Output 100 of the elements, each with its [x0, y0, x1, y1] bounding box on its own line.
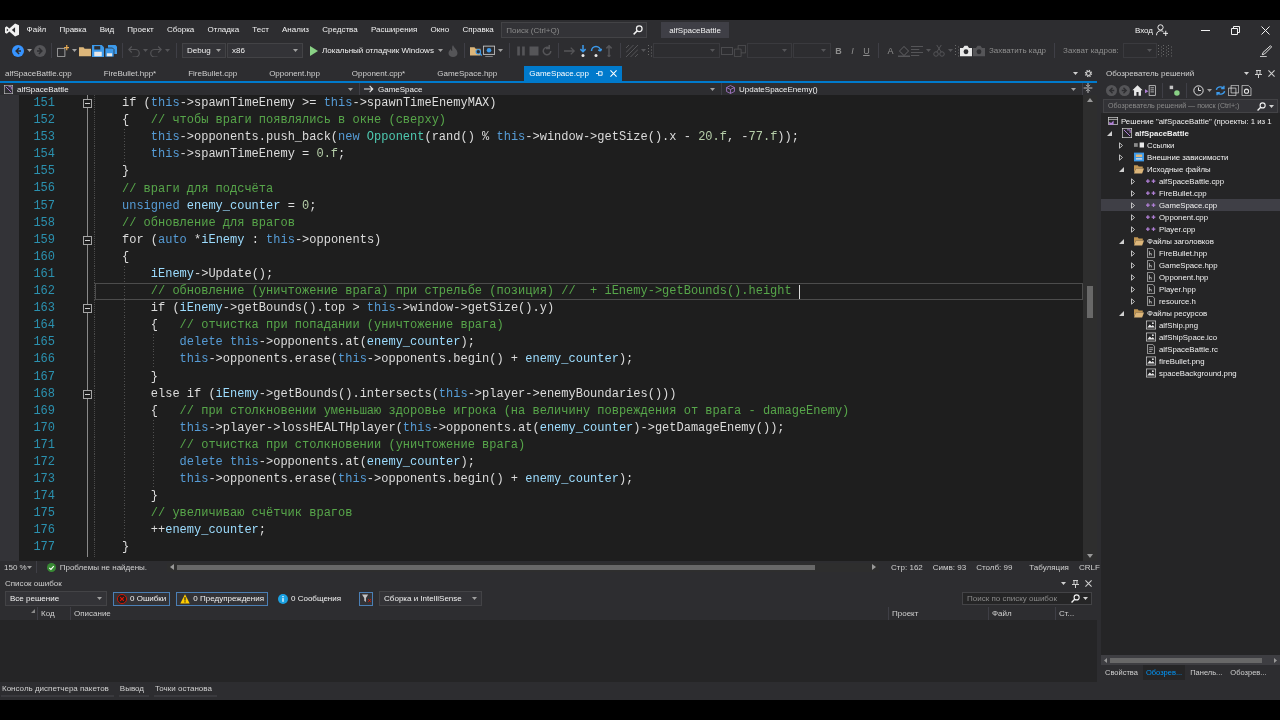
caret-icon	[820, 49, 826, 52]
menu-item[interactable]: Проект	[120, 20, 161, 40]
pin-icon[interactable]	[1255, 69, 1262, 78]
expanded-arrow-icon[interactable]	[1107, 130, 1112, 136]
expanded-arrow-icon[interactable]	[1119, 238, 1124, 244]
panel-tab[interactable]: Консоль диспетчера пакетов	[1, 682, 114, 697]
split-icon[interactable]	[1083, 83, 1093, 93]
menu-item[interactable]: Средства	[315, 20, 365, 40]
panel-tab[interactable]: Вывод	[118, 682, 150, 697]
scroll-left-icon	[1104, 657, 1107, 663]
settings-icon[interactable]	[1084, 69, 1093, 78]
collapse-icon[interactable]	[83, 304, 92, 314]
collapse-icon[interactable]	[83, 389, 92, 399]
code-line: { // при столкновении уменьшаю здоровье игрока (на величину повреждения от врага - damageEnemy)	[150, 403, 850, 419]
collapsed-arrow-icon[interactable]	[1131, 249, 1135, 257]
document-tab[interactable]: FireBullet.hpp*	[98, 66, 184, 81]
start-debugging-button[interactable]: Локальный отладчик Windows	[307, 42, 446, 59]
line-number: 168	[32, 385, 56, 403]
scope-dropdown[interactable]: Все решение	[5, 591, 107, 606]
dropdown[interactable]: Debug	[182, 43, 226, 58]
collapsed-arrow-icon[interactable]	[1131, 213, 1135, 221]
person-add-icon[interactable]	[1156, 24, 1168, 36]
collapsed-arrow-icon[interactable]	[1131, 297, 1135, 305]
menu-item[interactable]: Файл	[20, 20, 53, 40]
menu-item[interactable]: Анализ	[275, 20, 316, 40]
dropdown[interactable]: x86	[227, 43, 303, 58]
filter-toggle-button[interactable]: 0 Ошибки	[113, 591, 171, 606]
zoom-dropdown[interactable]: 150 %	[0, 561, 37, 573]
collapsed-arrow-icon[interactable]	[1119, 153, 1123, 161]
filter-toggle-button[interactable]: 0 Сообщения	[274, 591, 346, 606]
source-dropdown[interactable]: Сборка и IntelliSense	[379, 591, 483, 606]
code-line: { // отчистка при попадании (уничтожение врага)	[150, 318, 504, 334]
collapsed-arrow-icon[interactable]	[1131, 273, 1135, 281]
collapsed-arrow-icon[interactable]	[1131, 285, 1135, 293]
menu-item[interactable]: Вид	[93, 20, 121, 40]
document-tab[interactable]: GameSpace.cpp	[524, 66, 622, 81]
collapsed-arrow-icon[interactable]	[1131, 189, 1135, 197]
document-tab[interactable]: GameSpace.hpp	[432, 66, 525, 81]
pin-icon[interactable]	[1072, 579, 1079, 588]
line-number: 176	[32, 522, 56, 540]
line-position: Стр: 162	[891, 562, 923, 572]
toolbar-button[interactable]	[482, 42, 504, 59]
scrollbar-thumb[interactable]	[177, 564, 816, 570]
close-icon[interactable]	[1085, 580, 1092, 587]
indentation-mode[interactable]: Табуляция	[1029, 562, 1069, 572]
line-number: 155	[32, 163, 56, 181]
menu-item[interactable]: Отладка	[200, 20, 246, 40]
expanded-arrow-icon[interactable]	[1119, 166, 1124, 172]
menu-item[interactable]: Окно	[424, 20, 456, 40]
sign-in-button[interactable]: Вход	[1131, 22, 1156, 38]
menu-item[interactable]: Тест	[245, 20, 276, 40]
code-line: // обновление (уничтожение врага) при стрельбе (позиция) // + iEnemy->getBounds().height	[150, 284, 792, 300]
search-field[interactable]: Поиск по списку ошибок	[962, 592, 1092, 605]
document-icon	[1146, 248, 1156, 258]
horizontal-scrollbar[interactable]	[1101, 655, 1280, 665]
code-line: else if (iEnemy->getBounds().intersects(this->player->enemyBoundaries()))	[150, 386, 677, 402]
collapsed-arrow-icon[interactable]	[1131, 201, 1135, 209]
line-number: 173	[32, 471, 56, 489]
menu-item[interactable]: Правка	[52, 20, 94, 40]
close-icon[interactable]	[1268, 70, 1275, 77]
collapse-icon[interactable]	[83, 235, 92, 245]
expanded-arrow-icon[interactable]	[1119, 310, 1124, 316]
line-number: 167	[32, 368, 56, 386]
code-line: { // чтобы враги появлялись в окне (сверху)	[122, 113, 447, 129]
filter-toggle-button[interactable]: 0 Предупреждения	[176, 591, 268, 606]
menu-item[interactable]: Расширения	[364, 20, 424, 40]
collapse-icon[interactable]	[83, 99, 92, 109]
search-field[interactable]: Поиск (Ctrl+Q)	[501, 22, 648, 38]
document-tab[interactable]: Opponent.cpp*	[346, 66, 433, 81]
solution-name: alfSpaceBattle	[661, 22, 729, 38]
collapsed-arrow-icon[interactable]	[1131, 261, 1135, 269]
collapsed-arrow-icon[interactable]	[1131, 177, 1135, 185]
health-status: Проблемы не найдены.	[59, 562, 148, 572]
line-number: 172	[32, 453, 56, 471]
toolbar-button[interactable]	[12, 42, 33, 59]
document-tab[interactable]: FireBullet.cpp	[183, 66, 265, 81]
caret-icon	[1269, 104, 1274, 108]
code-line: // обновление для врагов	[122, 215, 295, 231]
line-endings[interactable]: CRLF	[1078, 562, 1100, 572]
document-tab[interactable]: alfSpaceBattle.cpp	[0, 66, 99, 81]
collapsed-arrow-icon[interactable]	[1119, 141, 1123, 149]
document-tab[interactable]: Opponent.hpp	[264, 66, 347, 81]
panel-tab[interactable]: Точки останова	[154, 682, 217, 697]
line-number: 166	[32, 351, 56, 369]
code-line: this->opponents.erase(this->opponents.begin() + enemy_counter);	[179, 352, 634, 368]
column-position: Столб: 99	[976, 562, 1013, 572]
panel-title: Обозреватель решений	[1106, 69, 1195, 78]
open-folder-icon	[1134, 164, 1144, 174]
scrollbar-thumb[interactable]	[1110, 657, 1262, 663]
collapsed-arrow-icon[interactable]	[1131, 225, 1135, 233]
menu-item[interactable]: Сборка	[160, 20, 201, 40]
filter-button[interactable]	[359, 591, 374, 606]
open-folder-icon	[1134, 308, 1144, 318]
plus-signs-icon	[1146, 212, 1156, 222]
scrollbar-thumb[interactable]	[1087, 286, 1093, 318]
menu-item[interactable]: Справка	[455, 20, 501, 40]
code-line: this->player->lossHEALTHplayer(this->opponents.at(enemy_counter)->getDamageEnemy());	[179, 420, 785, 436]
toolbar-button[interactable]	[57, 42, 78, 59]
code-line: ++enemy_counter;	[150, 523, 267, 539]
box-icon	[1134, 152, 1144, 162]
